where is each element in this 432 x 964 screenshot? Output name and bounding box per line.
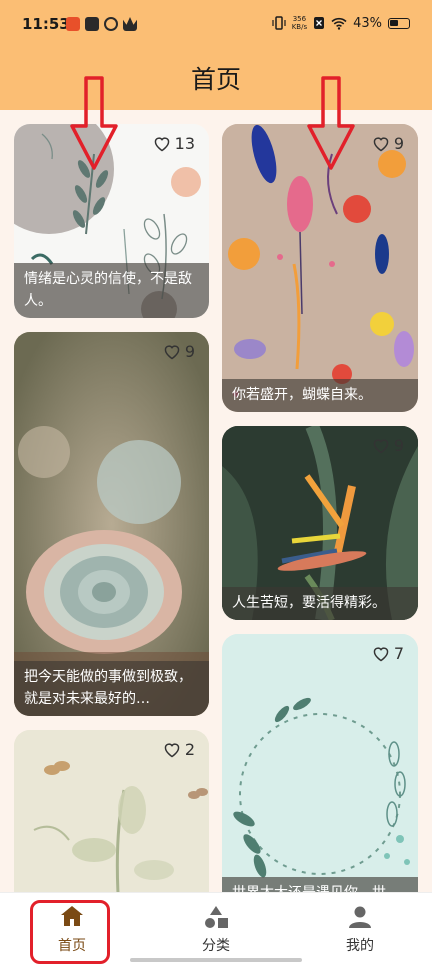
network-speed: 356 KB/s (292, 15, 307, 31)
notification-icons (66, 17, 137, 31)
vibrate-icon (272, 16, 286, 30)
tab-profile-label: 我的 (346, 938, 374, 954)
network-speed-unit: KB/s (291, 23, 308, 31)
tab-profile[interactable]: 我的 (288, 893, 432, 964)
like-count: 13 (174, 134, 195, 153)
like-count: 7 (393, 644, 404, 663)
quote-card[interactable]: 9 人生苦短，要活得精彩。 (222, 426, 418, 620)
battery-percent: 43% (353, 15, 382, 31)
heart-icon (154, 136, 169, 151)
like-count: 9 (393, 134, 404, 153)
app-notification-icon (66, 17, 80, 31)
like-button[interactable]: 7 (372, 644, 404, 663)
card-caption: 人生苦短，要活得精彩。 (222, 587, 418, 620)
network-speed-value: 356 (292, 15, 307, 23)
heart-icon (164, 344, 180, 359)
status-indicators: 356 KB/s 43% (272, 15, 410, 31)
heart-icon (164, 742, 180, 757)
like-button[interactable]: 9 (372, 134, 404, 153)
quote-card[interactable]: 2 (14, 730, 209, 910)
tab-category[interactable]: 分类 (144, 893, 288, 964)
annotation-highlight-box (30, 900, 110, 964)
card-caption: 把今天能做的事做到极致，就是对未来最好的… (14, 661, 209, 716)
wifi-icon (331, 17, 347, 30)
tab-category-label: 分类 (202, 938, 230, 954)
annotation-arrow-icon (307, 76, 355, 170)
status-bar: 11:53 356 KB/s 43% (0, 0, 432, 52)
card-image (222, 634, 418, 910)
like-count: 2 (184, 740, 195, 759)
status-time: 11:53 (22, 15, 70, 33)
category-icon (205, 906, 228, 928)
like-button[interactable]: 13 (153, 134, 195, 153)
app-header: 首页 (0, 52, 432, 110)
app-notification-icon (104, 17, 118, 31)
like-button[interactable]: 9 (372, 436, 404, 455)
heart-icon (373, 646, 389, 661)
like-button[interactable]: 2 (163, 740, 195, 759)
no-sim-icon (314, 17, 325, 29)
quote-card[interactable]: 7 世界太大还是遇见你，世 (222, 634, 418, 910)
like-count: 9 (184, 342, 195, 361)
quote-card[interactable]: 9 把今天能做的事做到极致，就是对未来最好的… (14, 332, 209, 716)
crown-icon (123, 17, 137, 31)
heart-icon (373, 438, 389, 453)
card-caption: 情绪是心灵的信使，不是敌人。 (14, 263, 209, 318)
home-indicator[interactable] (130, 958, 302, 962)
app-notification-icon (85, 17, 99, 31)
annotation-arrow-icon (70, 76, 118, 170)
heart-icon (373, 136, 389, 151)
person-icon (349, 906, 371, 928)
page-title: 首页 (190, 65, 241, 94)
card-image (14, 332, 209, 716)
battery-icon (388, 17, 410, 29)
like-count: 9 (393, 436, 404, 455)
card-caption: 你若盛开，蝴蝶自来。 (222, 379, 418, 412)
like-button[interactable]: 9 (163, 342, 195, 361)
